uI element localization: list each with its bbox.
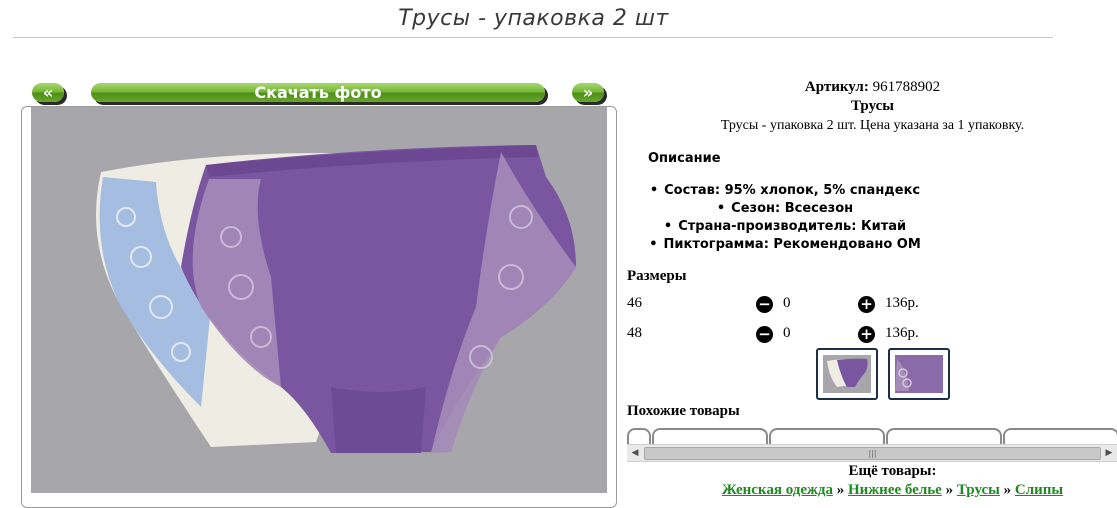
product-photo[interactable] xyxy=(31,107,607,493)
size-label: 48 xyxy=(627,325,642,341)
download-photo-button[interactable]: Скачать фото xyxy=(91,83,545,102)
quantity-value: 0 xyxy=(783,295,791,311)
breadcrumb-separator: » xyxy=(1003,482,1012,498)
thumbnail-image xyxy=(823,355,871,393)
scroll-left-icon[interactable]: ◀ xyxy=(627,445,643,461)
breadcrumb-link-slips[interactable]: Слипы xyxy=(1015,482,1063,498)
quantity-value: 0 xyxy=(783,325,791,341)
thumbnail-1[interactable] xyxy=(816,348,878,400)
breadcrumb-separator: » xyxy=(945,482,954,498)
scrollbar-thumb[interactable]: ||| xyxy=(644,447,1101,460)
property-pictogram: Пиктограмма: Рекомендовано ОМ xyxy=(640,236,930,254)
article-label: Артикул: xyxy=(804,79,869,95)
prev-photo-button[interactable]: « xyxy=(32,83,64,102)
breadcrumb-link-panties[interactable]: Трусы xyxy=(957,482,1000,498)
breadcrumb-separator: » xyxy=(836,482,845,498)
more-products-heading: Ещё товары: xyxy=(848,463,937,479)
horizontal-scrollbar[interactable]: ◀ ||| ▶ xyxy=(627,444,1117,462)
article-line: Артикул: 961788902 xyxy=(620,79,1117,96)
price-value: 136р. xyxy=(885,295,919,311)
breadcrumb: Женская одежда » Нижнее белье » Трусы » … xyxy=(620,482,1117,499)
scroll-right-icon[interactable]: ▶ xyxy=(1101,445,1117,461)
next-photo-button[interactable]: » xyxy=(572,83,604,102)
plus-circle-icon[interactable]: + xyxy=(858,296,875,313)
page-title: Трусы - упаковка 2 шт xyxy=(398,6,669,31)
property-composition: Состав: 95% хлопок, 5% спандекс xyxy=(640,182,930,200)
breadcrumb-link-womens-clothing[interactable]: Женская одежда xyxy=(722,482,833,498)
plus-circle-icon[interactable]: + xyxy=(858,326,875,343)
size-row-48: 48 − 0 + 136р. xyxy=(627,325,947,345)
article-value: 961788902 xyxy=(872,79,941,95)
price-value: 136р. xyxy=(885,325,919,341)
sizes-heading: Размеры xyxy=(627,268,687,284)
description-heading: Описание xyxy=(648,151,721,166)
minus-circle-icon[interactable]: − xyxy=(756,296,773,313)
property-country: Страна-производитель: Китай xyxy=(640,218,930,236)
minus-circle-icon[interactable]: − xyxy=(756,326,773,343)
size-label: 46 xyxy=(627,295,642,311)
product-name: Трусы xyxy=(851,98,894,114)
size-row-46: 46 − 0 + 136р. xyxy=(627,295,947,315)
properties-list: Состав: 95% хлопок, 5% спандекс Сезон: В… xyxy=(640,182,930,254)
similar-heading: Похожие товары xyxy=(627,403,740,419)
title-divider xyxy=(13,37,1053,38)
thumbnail-image xyxy=(895,355,943,393)
product-description: Трусы - упаковка 2 шт. Цена указана за 1… xyxy=(720,118,1025,133)
property-season: Сезон: Всесезон xyxy=(640,200,930,218)
breadcrumb-link-underwear[interactable]: Нижнее белье xyxy=(848,482,942,498)
thumbnail-2[interactable] xyxy=(888,348,950,400)
